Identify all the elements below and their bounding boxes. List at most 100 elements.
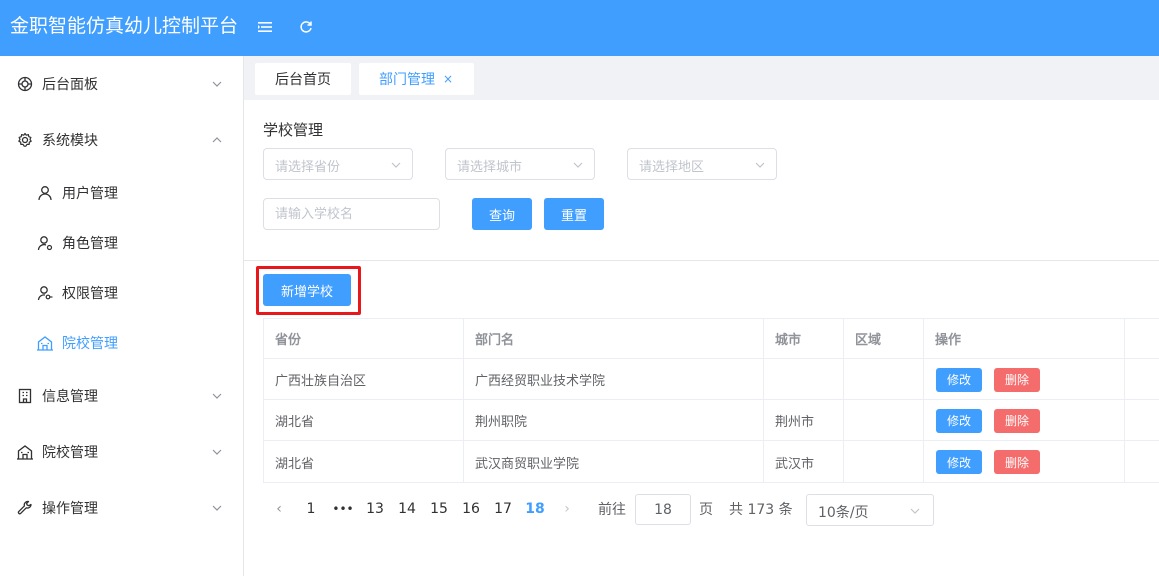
menu-label: 院校管理 bbox=[42, 445, 98, 461]
prev-page-button[interactable]: ‹ bbox=[267, 493, 291, 525]
chevron-down-icon bbox=[390, 159, 402, 171]
table-row: 湖北省 荆州职院 荆州市 修改 删除 bbox=[264, 400, 1159, 441]
column-header-province: 省份 bbox=[264, 319, 464, 358]
cell-actions: 修改 删除 bbox=[924, 359, 1125, 400]
chevron-down-icon bbox=[211, 78, 223, 90]
top-header: 金职智能仿真幼儿控制平台 bbox=[0, 0, 1159, 56]
cell-actions: 修改 删除 bbox=[924, 441, 1125, 483]
table-row: 广西壮族自治区 广西经贸职业技术学院 修改 删除 bbox=[264, 359, 1159, 400]
wrench-icon bbox=[16, 499, 34, 517]
menu-info-management[interactable]: 信息管理 bbox=[0, 368, 243, 424]
next-page-button[interactable]: › bbox=[555, 493, 579, 525]
sub-item-label: 角色管理 bbox=[62, 236, 118, 252]
search-button[interactable]: 查询 bbox=[472, 198, 532, 230]
sidebar: 后台面板 系统模块 用户管理 角色管理 权限管理 院校管理 信息管理 院校管理 … bbox=[0, 56, 244, 576]
cell-city: 荆州市 bbox=[764, 400, 844, 441]
province-select[interactable]: 请选择省份 bbox=[263, 148, 413, 180]
chevron-down-icon bbox=[211, 390, 223, 402]
sidebar-item-user-management[interactable]: 用户管理 bbox=[0, 168, 243, 218]
column-header-district: 区域 bbox=[844, 319, 924, 358]
menu-system-module[interactable]: 系统模块 bbox=[0, 112, 243, 168]
menu-label: 后台面板 bbox=[42, 77, 98, 93]
chevron-down-icon bbox=[909, 505, 921, 517]
edit-button[interactable]: 修改 bbox=[936, 450, 983, 474]
school-icon bbox=[36, 334, 54, 352]
menu-operation-management[interactable]: 操作管理 bbox=[0, 480, 243, 536]
chevron-down-icon bbox=[211, 502, 223, 514]
cell-city bbox=[764, 359, 844, 400]
main-content: 后台首页 部门管理 × 学校管理 请选择省份 请选择城市 请选择地区 查询 重置… bbox=[244, 56, 1159, 576]
cell-province: 湖北省 bbox=[264, 400, 464, 441]
user-key-icon bbox=[36, 284, 54, 302]
user-gear-icon bbox=[36, 234, 54, 252]
menu-dashboard[interactable]: 后台面板 bbox=[0, 56, 243, 112]
chevron-down-icon bbox=[572, 159, 584, 171]
sidebar-item-school-management[interactable]: 院校管理 bbox=[0, 318, 243, 368]
cell-actions: 修改 删除 bbox=[924, 400, 1125, 441]
sidebar-item-role-management[interactable]: 角色管理 bbox=[0, 218, 243, 268]
column-header-actions: 操作 bbox=[924, 319, 1125, 358]
edit-button[interactable]: 修改 bbox=[936, 408, 983, 433]
divider bbox=[244, 260, 1159, 261]
city-placeholder: 请选择城市 bbox=[457, 160, 523, 175]
school-table: 省份 部门名 城市 区域 操作 广西壮族自治区 广西经贸职业技术学院 修改 删除… bbox=[263, 318, 1159, 483]
goto-label: 前往 bbox=[598, 502, 626, 518]
reset-button[interactable]: 重置 bbox=[544, 198, 604, 230]
menu-school-management[interactable]: 院校管理 bbox=[0, 424, 243, 480]
app-title: 金职智能仿真幼儿控制平台 bbox=[10, 15, 239, 37]
refresh-icon[interactable] bbox=[295, 16, 317, 38]
goto-page-input[interactable] bbox=[635, 494, 691, 525]
sub-item-label: 院校管理 bbox=[62, 336, 118, 352]
building-icon bbox=[16, 387, 34, 405]
tab-label: 后台首页 bbox=[275, 72, 331, 88]
cell-city: 武汉市 bbox=[764, 441, 844, 483]
add-school-button[interactable]: 新增学校 bbox=[263, 274, 351, 306]
page-14[interactable]: 14 bbox=[395, 493, 419, 525]
cell-province: 湖北省 bbox=[264, 441, 464, 483]
user-icon bbox=[36, 184, 54, 202]
menu-label: 信息管理 bbox=[42, 389, 98, 405]
chevron-down-icon bbox=[754, 159, 766, 171]
page-13[interactable]: 13 bbox=[363, 493, 387, 525]
page-15[interactable]: 15 bbox=[427, 493, 451, 525]
cell-district bbox=[844, 441, 924, 483]
district-placeholder: 请选择地区 bbox=[639, 160, 705, 175]
cell-district bbox=[844, 400, 924, 441]
page-16[interactable]: 16 bbox=[459, 493, 483, 525]
table-row: 湖北省 武汉商贸职业学院 武汉市 修改 删除 bbox=[264, 441, 1159, 483]
dashboard-icon bbox=[16, 75, 34, 93]
column-header-city: 城市 bbox=[764, 319, 844, 358]
cell-department: 荆州职院 bbox=[464, 400, 764, 441]
page-size-value: 10条/页 bbox=[818, 505, 869, 521]
pagination: ‹ 1 ••• 13 14 15 16 17 18 › 前往 页 共 173 条… bbox=[263, 493, 963, 526]
edit-button[interactable]: 修改 bbox=[936, 367, 983, 392]
sidebar-item-permission-management[interactable]: 权限管理 bbox=[0, 268, 243, 318]
delete-button[interactable]: 删除 bbox=[994, 408, 1041, 433]
district-select[interactable]: 请选择地区 bbox=[627, 148, 777, 180]
chevron-up-icon bbox=[211, 134, 223, 146]
cell-province: 广西壮族自治区 bbox=[264, 359, 464, 400]
close-icon[interactable]: × bbox=[443, 72, 453, 86]
cell-department: 广西经贸职业技术学院 bbox=[464, 359, 764, 400]
chevron-down-icon bbox=[211, 446, 223, 458]
page-size-select[interactable]: 10条/页 bbox=[806, 494, 934, 526]
tab-label: 部门管理 bbox=[379, 72, 435, 88]
menu-label: 系统模块 bbox=[42, 133, 98, 149]
delete-button[interactable]: 删除 bbox=[994, 450, 1041, 474]
page-1[interactable]: 1 bbox=[299, 493, 323, 525]
city-select[interactable]: 请选择城市 bbox=[445, 148, 595, 180]
tab-home[interactable]: 后台首页 bbox=[255, 63, 351, 95]
cell-department: 武汉商贸职业学院 bbox=[464, 441, 764, 483]
cell-district bbox=[844, 359, 924, 400]
page-18-current[interactable]: 18 bbox=[523, 493, 547, 525]
school-icon bbox=[16, 443, 34, 461]
delete-button[interactable]: 删除 bbox=[994, 367, 1041, 392]
province-placeholder: 请选择省份 bbox=[275, 160, 341, 175]
page-title: 学校管理 bbox=[263, 121, 324, 139]
menu-fold-icon[interactable] bbox=[254, 16, 276, 38]
column-header-department: 部门名 bbox=[464, 319, 764, 358]
tab-department-management[interactable]: 部门管理 × bbox=[359, 63, 474, 95]
school-name-input[interactable] bbox=[263, 198, 440, 230]
page-ellipsis[interactable]: ••• bbox=[331, 493, 355, 525]
page-17[interactable]: 17 bbox=[491, 493, 515, 525]
